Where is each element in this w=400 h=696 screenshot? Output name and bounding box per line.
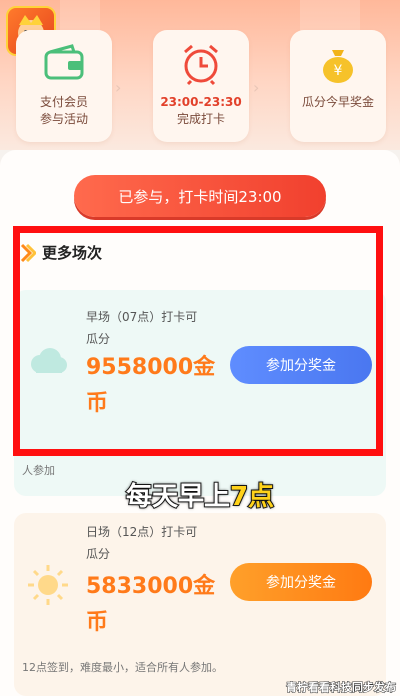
step-share-bonus: ¥ 瓜分今早奖金 [290, 30, 386, 142]
session-slot: 日场（12点）打卡可 瓜分 [86, 525, 198, 561]
step-label: 支付会员 参与活动 [39, 95, 88, 126]
step-label: 瓜分今早奖金 [301, 95, 374, 109]
money-bag-icon: ¥ [314, 40, 362, 88]
watermark: 青柠看看科技同步发布 [286, 681, 397, 695]
alarm-clock-icon [177, 40, 225, 88]
step-label: 23:00-23:30 完成打卡 [160, 95, 242, 126]
svg-text:¥: ¥ [334, 63, 343, 79]
activity-steps: 支付会员 参与活动 › 23:00-23:30 完成打卡 › ¥ 瓜分今早奖金 [16, 30, 386, 142]
session-desc: 12点签到，难度最小，适合所有人参加。 [22, 661, 223, 674]
wallet-icon [40, 40, 88, 88]
chevron-right-icon: › [253, 78, 260, 97]
step-pay-membership: 支付会员 参与活动 [16, 30, 112, 142]
session-card-noon: 日场（12点）打卡可 瓜分 5833000金 币 参加分奖金 12点签到，难度最… [14, 513, 386, 696]
highlight-box [13, 226, 383, 456]
step-check-in: 23:00-23:30 完成打卡 [153, 30, 249, 142]
chevron-right-icon: › [115, 78, 122, 97]
video-caption: 每天早上7点 [125, 481, 275, 513]
session-amount: 5833000金 币 [86, 574, 216, 635]
sun-icon [24, 561, 72, 609]
checkin-status-button[interactable]: 已参与，打卡时间23:00 [74, 175, 326, 217]
join-bonus-button[interactable]: 参加分奖金 [230, 563, 372, 601]
